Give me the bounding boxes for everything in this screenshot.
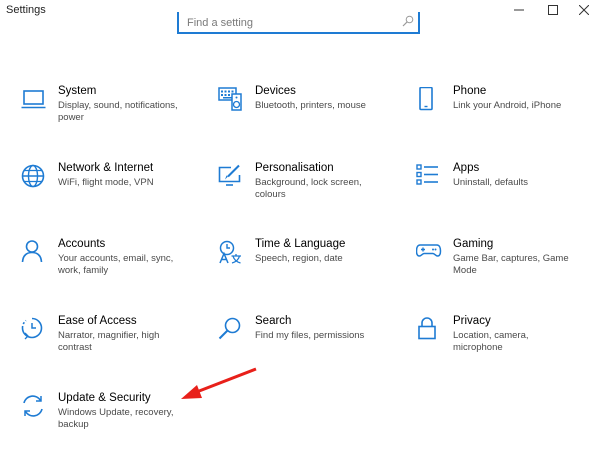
setting-tile-time-language[interactable]: Time & Language Speech, region, date (218, 238, 398, 300)
close-button[interactable] (568, 0, 600, 20)
setting-description: Uninstall, defaults (453, 177, 528, 188)
maximize-icon (548, 5, 558, 15)
setting-name: Time & Language (255, 238, 346, 250)
setting-tile-phone[interactable]: Phone Link your Android, iPhone (416, 85, 596, 147)
search-input[interactable] (185, 14, 399, 32)
search-box[interactable] (177, 12, 420, 34)
setting-tile-privacy[interactable]: Privacy Location, camera, microphone (416, 315, 596, 377)
setting-description: Display, sound, notifications, power (58, 100, 178, 123)
lock-icon (418, 317, 436, 340)
update-sync-icon (23, 395, 43, 417)
setting-name: Accounts (58, 238, 106, 250)
setting-description: WiFi, flight mode, VPN (58, 177, 154, 188)
setting-name: Search (255, 315, 292, 327)
person-icon (21, 240, 43, 263)
setting-tile-update-security[interactable]: Update & Security Windows Update, recove… (21, 392, 201, 454)
setting-tile-ease-of-access[interactable]: Ease of Access Narrator, magnifier, high… (21, 315, 201, 377)
keyboard-speaker-icon (218, 87, 242, 111)
minimize-icon (514, 9, 524, 11)
apps-list-icon (416, 164, 438, 185)
setting-description: Background, lock screen, colours (255, 177, 362, 200)
setting-name: Devices (255, 85, 296, 97)
setting-description: Windows Update, recovery, backup (58, 407, 174, 430)
ease-of-access-icon (21, 317, 43, 340)
setting-description: Your accounts, email, sync, work, family (58, 253, 174, 276)
setting-description: Bluetooth, printers, mouse (255, 100, 366, 111)
laptop-icon (21, 90, 46, 109)
maximize-button[interactable] (535, 0, 571, 20)
setting-tile-network[interactable]: Network & Internet WiFi, flight mode, VP… (21, 162, 201, 224)
setting-description: Location, camera, microphone (453, 330, 529, 353)
setting-tile-search[interactable]: Search Find my files, permissions (218, 315, 398, 377)
setting-tile-devices[interactable]: Devices Bluetooth, printers, mouse (218, 85, 398, 147)
setting-name: Gaming (453, 238, 494, 250)
search-icon[interactable] (402, 15, 414, 27)
phone-icon (419, 87, 433, 111)
setting-name: Apps (453, 162, 480, 174)
setting-description: Link your Android, iPhone (453, 100, 562, 111)
setting-name: Update & Security (58, 392, 151, 404)
setting-name: System (58, 85, 97, 97)
setting-tile-apps[interactable]: Apps Uninstall, defaults (416, 162, 596, 224)
setting-description: Find my files, permissions (255, 330, 365, 341)
time-language-icon (219, 240, 241, 264)
gamepad-icon (416, 244, 442, 257)
search-icon (218, 317, 241, 340)
setting-name: Phone (453, 85, 487, 97)
window-title: Settings (6, 4, 46, 16)
close-icon (579, 5, 589, 15)
setting-tile-personalisation[interactable]: Personalisation Background, lock screen,… (218, 162, 398, 224)
setting-tile-gaming[interactable]: Gaming Game Bar, captures, Game Mode (416, 238, 596, 300)
minimize-button[interactable] (501, 0, 537, 20)
setting-name: Network & Internet (58, 162, 154, 174)
setting-description: Speech, region, date (255, 253, 343, 264)
setting-description: Game Bar, captures, Game Mode (453, 253, 569, 276)
setting-name: Ease of Access (58, 315, 137, 327)
setting-name: Personalisation (255, 162, 334, 174)
setting-tile-accounts[interactable]: Accounts Your accounts, email, sync, wor… (21, 238, 201, 300)
globe-icon (21, 164, 45, 188)
setting-name: Privacy (453, 315, 491, 327)
setting-tile-system[interactable]: System Display, sound, notifications, po… (21, 85, 201, 147)
paint-screen-icon (218, 164, 241, 186)
annotation-arrow-icon (181, 367, 257, 399)
setting-description: Narrator, magnifier, high contrast (58, 330, 160, 353)
